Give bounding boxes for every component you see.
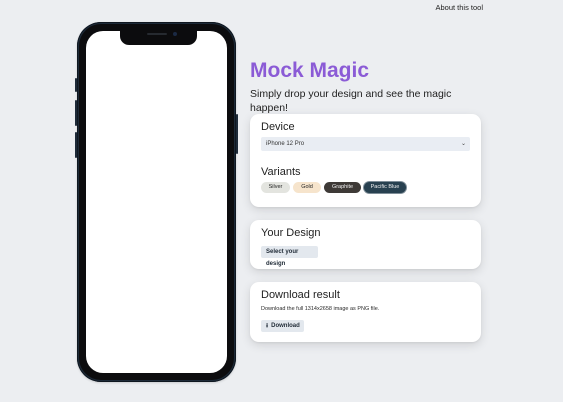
chevron-down-icon: ⌄ — [460, 141, 466, 147]
download-button[interactable]: ⭳ Download — [261, 320, 304, 332]
page-subtitle: Simply drop your design and see the magi… — [250, 88, 452, 114]
device-heading: Device — [261, 121, 295, 133]
phone-screen — [86, 31, 227, 373]
phone-mockup — [75, 22, 238, 382]
device-card: Device iPhone 12 Pro ⌄ Variants Silver G… — [250, 114, 481, 207]
variants-heading: Variants — [261, 166, 301, 178]
volume-down-button — [75, 132, 77, 158]
device-select-value: iPhone 12 Pro — [266, 141, 305, 147]
variant-list: Silver Gold Graphite Pacific Blue — [261, 182, 406, 193]
variant-silver[interactable]: Silver — [261, 182, 290, 193]
download-button-label: Download — [271, 323, 300, 329]
download-heading: Download result — [261, 289, 340, 301]
select-design-button[interactable]: Select your design — [261, 246, 318, 267]
variant-graphite[interactable]: Graphite — [324, 182, 361, 193]
main-panel: Mock Magic Simply drop your design and s… — [250, 58, 482, 342]
page: About this tool Mock Magic Simply drop y… — [0, 0, 563, 402]
power-button — [236, 114, 238, 154]
design-heading: Your Design — [261, 227, 321, 239]
phone-bezel — [79, 24, 234, 380]
about-link[interactable]: About this tool — [435, 3, 483, 12]
mute-switch — [75, 78, 77, 92]
device-select[interactable]: iPhone 12 Pro ⌄ — [261, 137, 470, 151]
download-card: Download result Download the full 1314x2… — [250, 282, 481, 342]
speaker-grille — [147, 33, 167, 35]
volume-up-button — [75, 100, 77, 126]
download-icon: ⭳ — [266, 323, 269, 329]
phone-notch — [120, 29, 197, 45]
download-description: Download the full 1314x2658 image as PNG… — [261, 306, 380, 312]
camera-icon — [173, 32, 177, 36]
page-title: Mock Magic — [250, 59, 370, 82]
design-card: Your Design Select your design — [250, 220, 481, 269]
variant-pacific-blue[interactable]: Pacific Blue — [364, 182, 406, 193]
variant-gold[interactable]: Gold — [293, 182, 321, 193]
